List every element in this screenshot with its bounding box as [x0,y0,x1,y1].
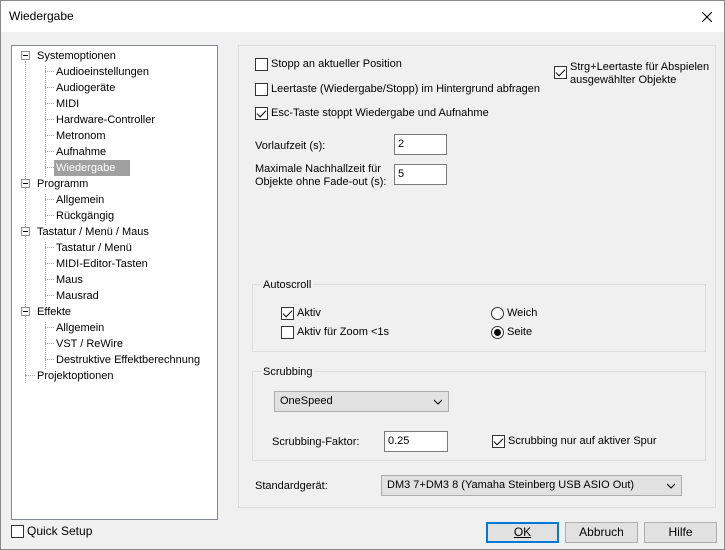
chevron-down-icon [434,399,442,405]
esc-stops-label: Esc-Taste stoppt Wiedergabe und Aufnahme [271,107,489,119]
autoscroll-page-label: Seite [507,326,533,338]
scrubbing-factor-label: Scrubbing-Faktor: [272,436,360,448]
quick-setup-label: Quick Setup [27,524,93,538]
window-title: Wiedergabe [9,9,74,23]
cancel-button[interactable]: Abbruch [565,522,638,543]
tree-item-aufnahme[interactable]: Aufnahme [56,144,106,160]
scrubbing-title: Scrubbing [261,366,315,379]
autoscroll-active-label: Aktiv [297,307,321,319]
preroll-label: Vorlaufzeit (s): [255,140,326,152]
tree-item-hardware-controller[interactable]: Hardware-Controller [56,112,155,128]
tree-item-effekte-allgemein[interactable]: Allgemein [56,320,104,336]
tree-item-rueckgaengig[interactable]: Rückgängig [56,208,114,224]
autoscroll-soft-label: Weich [507,307,538,319]
tree-item-tastatur-menue-maus[interactable]: Tastatur / Menü / Maus [37,224,149,240]
postroll-label-line2: Objekte ohne Fade-out (s): [255,176,387,188]
expand-systemoptionen-icon[interactable] [21,51,30,60]
tree-item-midi-editor-tasten[interactable]: MIDI-Editor-Tasten [56,256,148,272]
cancel-button-label: Abbruch [579,525,624,539]
autoscroll-zoom-checkbox[interactable] [281,326,294,339]
tree-item-audiogeraete[interactable]: Audiogeräte [56,80,115,96]
settings-tree[interactable]: Systemoptionen Audioeinstellungen Audiog… [11,45,218,520]
stop-at-position-label: Stopp an aktueller Position [271,58,402,70]
expand-effekte-icon[interactable] [21,307,30,316]
space-background-label: Leertaste (Wiedergabe/Stopp) im Hintergr… [271,83,541,95]
settings-panel: Stopp an aktueller Position Leertaste (W… [238,45,716,508]
autoscroll-soft-radio[interactable] [491,307,504,320]
esc-stops-checkbox[interactable] [255,107,268,120]
scrubbing-active-track-label: Scrubbing nur auf aktiver Spur [508,435,657,447]
tree-item-vst-rewire[interactable]: VST / ReWire [56,336,123,352]
title-bar: Wiedergabe [1,1,724,32]
scrubbing-active-track-checkbox[interactable] [492,435,505,448]
tree-item-programm[interactable]: Programm [37,176,88,192]
close-button[interactable] [690,1,724,32]
stop-at-position-checkbox[interactable] [255,58,268,71]
tree-item-mausrad[interactable]: Mausrad [56,288,99,304]
tree-item-projektoptionen[interactable]: Projektoptionen [37,368,113,384]
chevron-down-icon [667,483,675,489]
tree-item-destruktive-effektberechnung[interactable]: Destruktive Effektberechnung [56,352,200,368]
autoscroll-title: Autoscroll [261,279,314,292]
space-background-checkbox[interactable] [255,83,268,96]
scrubbing-mode-value: OneSpeed [280,395,333,407]
postroll-label-line1: Maximale Nachhallzeit für [255,163,381,175]
quick-setup-checkbox[interactable] [11,525,24,538]
scrubbing-mode-select[interactable]: OneSpeed [274,391,449,412]
tree-item-maus[interactable]: Maus [56,272,83,288]
ctrl-space-label-line1: Strg+Leertaste für Abspielen [570,61,710,73]
scrubbing-factor-input[interactable]: 0.25 [384,431,448,452]
postroll-input[interactable]: 5 [394,164,447,185]
tree-item-audioeinstellungen[interactable]: Audioeinstellungen [56,64,149,80]
close-icon [702,11,712,22]
autoscroll-zoom-label: Aktiv für Zoom <1s [297,326,390,338]
default-device-value: DM3 7+DM3 8 (Yamaha Steinberg USB ASIO O… [387,479,635,491]
ctrl-space-label-line2: ausgewählter Objekte [570,74,677,86]
tree-item-effekte[interactable]: Effekte [37,304,71,320]
autoscroll-page-radio[interactable] [491,326,504,339]
autoscroll-active-checkbox[interactable] [281,307,294,320]
ok-button[interactable]: OK [486,522,559,543]
dialog-window: Wiedergabe Systemoptionen Audioeinstellu… [0,0,725,550]
tree-item-systemoptionen[interactable]: Systemoptionen [37,48,116,64]
default-device-select[interactable]: DM3 7+DM3 8 (Yamaha Steinberg USB ASIO O… [381,475,682,496]
tree-item-wiedergabe[interactable]: Wiedergabe [54,160,130,176]
tree-item-programm-allgemein[interactable]: Allgemein [56,192,104,208]
ok-button-label: OK [513,525,532,539]
expand-programm-icon[interactable] [21,179,30,188]
default-device-label: Standardgerät: [255,480,328,492]
tree-item-midi[interactable]: MIDI [56,96,79,112]
tree-item-tastatur-menue[interactable]: Tastatur / Menü [56,240,132,256]
ctrl-space-checkbox[interactable] [554,66,567,79]
preroll-input[interactable]: 2 [394,134,447,155]
tree-item-metronom[interactable]: Metronom [56,128,106,144]
help-button[interactable]: Hilfe [644,522,717,543]
help-button-label: Hilfe [668,525,693,539]
expand-tastatur-icon[interactable] [21,227,30,236]
